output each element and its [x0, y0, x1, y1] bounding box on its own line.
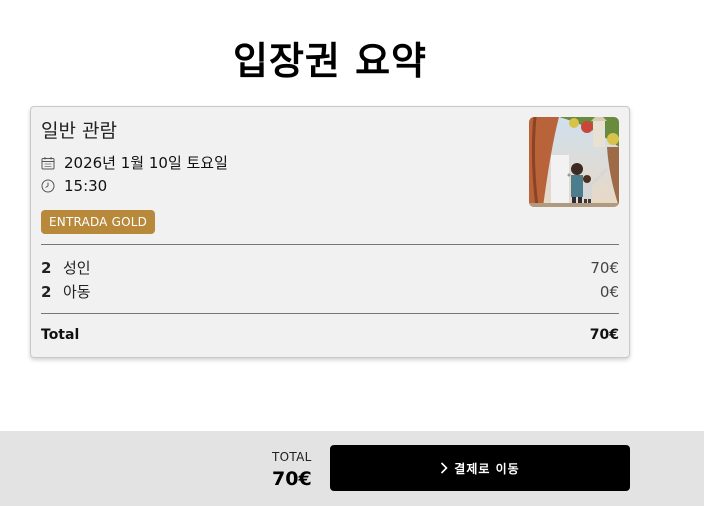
date-row: 2026년 1월 10일 토요일	[41, 152, 228, 173]
line-label: 아동	[63, 283, 91, 301]
calendar-icon	[41, 156, 55, 170]
line-qty: 2	[41, 258, 52, 277]
divider	[41, 244, 619, 245]
total-label: Total	[41, 327, 80, 343]
line-qty: 2	[41, 282, 52, 301]
time-row: 15:30	[41, 177, 107, 195]
checkout-button[interactable]: 결제로 이동	[330, 445, 630, 491]
ticket-date: 2026년 1월 10일 토요일	[64, 154, 228, 172]
line-label: 성인	[63, 259, 91, 277]
total-value: 70€	[589, 327, 619, 343]
footer-total-amount: 70€	[272, 468, 312, 490]
divider	[41, 313, 619, 314]
park-photo	[529, 117, 619, 207]
ticket-time: 15:30	[64, 177, 108, 195]
ticket-summary-card: 일반 관람 2026년 1월 10일 토요일 15:30 ENTRADA GOL…	[30, 106, 630, 358]
chevron-right-icon	[440, 462, 448, 474]
footer-total: TOTAL 70€	[272, 450, 312, 490]
line-price: 70€	[590, 258, 619, 277]
line-price: 0€	[599, 282, 619, 301]
ticket-name: 일반 관람	[41, 120, 117, 142]
list-item: 2 아동 0€	[41, 281, 619, 302]
footer-total-caption: TOTAL	[272, 450, 312, 464]
total-row: Total 70€	[41, 327, 619, 343]
clock-icon	[41, 179, 55, 193]
checkout-button-label: 결제로 이동	[454, 461, 520, 476]
checkout-footer: TOTAL 70€ 결제로 이동	[0, 431, 704, 506]
ticket-badge: ENTRADA GOLD	[41, 210, 156, 234]
page-title: 입장권 요약	[232, 39, 428, 83]
list-item: 2 성인 70€	[41, 257, 619, 278]
